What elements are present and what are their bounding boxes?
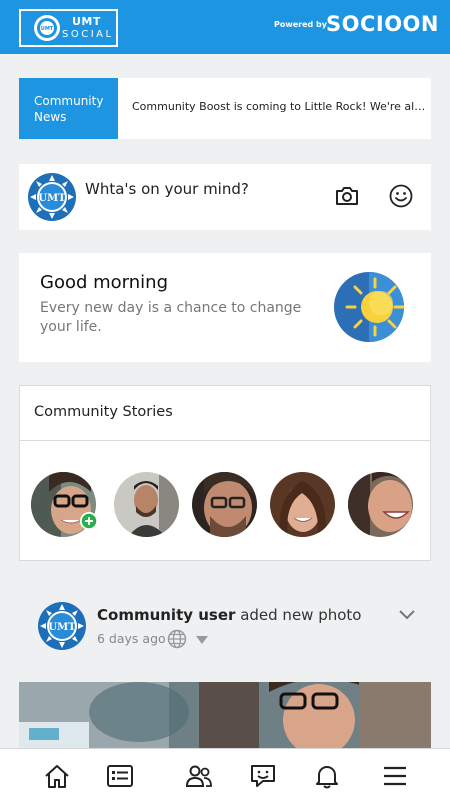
- umt-social-logo[interactable]: UMT UMT SOCIAL: [19, 9, 118, 47]
- news-headline[interactable]: Community Boost is coming to Little Rock…: [132, 100, 428, 113]
- story-avatar-3: [192, 472, 257, 537]
- story-avatar-2: [114, 472, 179, 537]
- user-avatar[interactable]: UMT: [27, 172, 77, 222]
- story-avatar-4: [270, 472, 335, 537]
- plus-circle-icon: [80, 512, 98, 530]
- smiley-icon[interactable]: [389, 184, 413, 208]
- post-composer: UMT Whta's on your mind?: [19, 164, 431, 230]
- news-tag-line2: News: [34, 110, 67, 124]
- greeting-text: Every new day is a chance to change your…: [40, 300, 302, 335]
- privacy-dropdown-icon[interactable]: [196, 636, 208, 644]
- menu-icon[interactable]: [381, 763, 409, 789]
- post-image: [19, 682, 431, 748]
- notifications-icon[interactable]: [313, 763, 341, 789]
- powered-by-label: Powered by: [274, 20, 327, 29]
- news-tag: Community News: [19, 78, 118, 139]
- greeting-card: Good morning Every new day is a chance t…: [19, 253, 431, 362]
- feed-timestamp: 6 days ago: [97, 631, 166, 646]
- globe-icon: [167, 629, 187, 649]
- umt-seal-icon: UMT: [34, 15, 60, 41]
- story-item-5[interactable]: [348, 472, 413, 537]
- post-options-chevron-icon[interactable]: [399, 610, 415, 620]
- feed-list-icon[interactable]: [106, 763, 134, 789]
- socioon-brand: SOCIOON: [326, 12, 439, 36]
- camera-icon[interactable]: [335, 185, 359, 207]
- svg-text:UMT: UMT: [38, 193, 66, 204]
- svg-text:UMT: UMT: [41, 26, 54, 32]
- feed-post-photo[interactable]: [19, 682, 431, 748]
- home-icon[interactable]: [43, 763, 71, 789]
- logo-title: UMT: [72, 15, 101, 28]
- feed-post-title: Community user aded new photo: [97, 606, 361, 624]
- messages-icon[interactable]: [249, 763, 277, 789]
- svg-text:UMT: UMT: [48, 622, 76, 633]
- greeting-title: Good morning: [40, 272, 168, 293]
- friends-icon[interactable]: [185, 763, 213, 789]
- story-avatar-5: [348, 472, 413, 537]
- feed-action: aded new photo: [240, 606, 362, 624]
- sun-icon: [334, 272, 405, 342]
- feed-user-name[interactable]: Community user: [97, 606, 235, 624]
- stories-title: Community Stories: [34, 404, 173, 420]
- app-header: UMT UMT SOCIAL Powered by SOCIOON: [0, 0, 450, 54]
- bottom-tab-bar: [0, 748, 450, 800]
- community-news-banner[interactable]: Community News Community Boost is coming…: [19, 78, 431, 139]
- stories-header: Community Stories: [20, 386, 430, 441]
- news-tag-line1: Community: [34, 94, 104, 108]
- story-item-2[interactable]: [114, 472, 179, 537]
- logo-subtitle: SOCIAL: [62, 29, 114, 40]
- add-story-button[interactable]: [80, 512, 98, 530]
- composer-input[interactable]: Whta's on your mind?: [85, 180, 249, 198]
- feed-user-avatar[interactable]: UMT: [37, 601, 87, 651]
- story-item-3[interactable]: [192, 472, 257, 537]
- story-item-4[interactable]: [270, 472, 335, 537]
